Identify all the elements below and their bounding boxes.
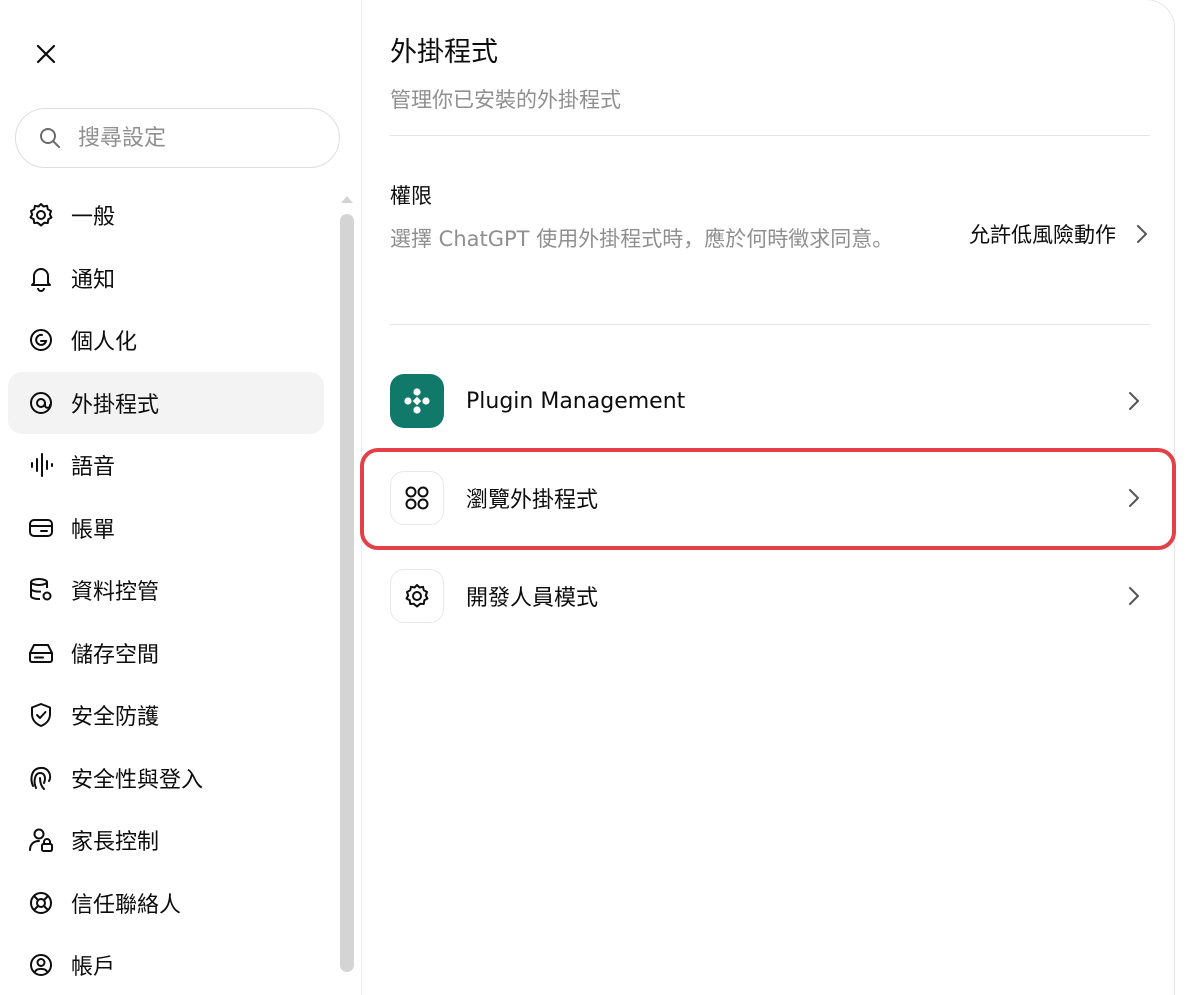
sidebar-item-general[interactable]: 一般 [8,184,324,247]
sidebar-item-label: 一般 [71,205,116,231]
sidebar-item-label: 帳單 [71,517,116,543]
sidebar-item-notifications[interactable]: 通知 [8,247,324,310]
bell-icon [27,264,55,292]
scroll-up-arrow-icon[interactable] [339,192,355,206]
sidebar-item-trusted-contacts[interactable]: 信任聯絡人 [8,872,324,935]
close-button[interactable] [26,34,66,74]
browse-plugins-row[interactable]: 瀏覽外掛程式 [390,470,1150,526]
plugin-icon [27,389,55,417]
search-icon [40,128,60,148]
sidebar-item-account[interactable]: 帳戶 [8,934,324,995]
plugin-management-icon [390,374,444,428]
permissions-divider [390,324,1150,325]
sidebar-item-label: 資料控管 [71,580,160,606]
plugins-panel: 外掛程式 管理你已安裝的外掛程式 權限 選擇 ChatGPT 使用外掛程式時，應… [390,0,1150,995]
four-circles-icon [390,471,444,525]
row-label: Plugin Management [466,388,686,414]
header-divider [390,135,1150,136]
gear-icon [390,569,444,623]
lifebuoy-icon [27,889,55,917]
sidebar-item-voice[interactable]: 語音 [8,434,324,497]
permissions-value: 允許低風險動作 [969,223,1116,247]
sidebar-item-label: 安全性與登入 [71,767,204,793]
sidebar-item-label: 語音 [71,455,116,481]
close-icon [36,44,56,64]
row-label: 瀏覽外掛程式 [466,488,599,513]
settings-sidebar: 一般 通知 個人化 外掛程式 [0,0,362,995]
database-gear-icon [27,576,55,604]
sidebar-item-label: 通知 [71,267,116,293]
shield-check-icon [27,701,55,729]
sidebar-item-storage[interactable]: 儲存空間 [8,622,324,685]
storage-icon [27,639,55,667]
sidebar-item-security[interactable]: 安全防護 [8,684,324,747]
chevron-right-icon [1122,584,1146,608]
chevron-right-icon [1122,389,1146,413]
sidebar-item-label: 儲存空間 [71,642,160,668]
permissions-dropdown[interactable]: 允許低風險動作 [969,214,1150,254]
sidebar-item-label: 安全防護 [71,705,160,731]
gear-icon [27,201,55,229]
sidebar-item-label: 帳戶 [71,955,116,981]
chevron-right-icon [1122,486,1146,510]
search-box[interactable] [15,108,340,168]
plugin-management-row[interactable]: Plugin Management [390,373,1150,429]
sidebar-item-billing[interactable]: 帳單 [8,497,324,560]
sidebar-item-data-controls[interactable]: 資料控管 [8,559,324,622]
search-input[interactable] [76,124,310,152]
sidebar-item-parental-controls[interactable]: 家長控制 [8,809,324,872]
personalization-icon [27,326,55,354]
chevron-right-icon [1137,225,1147,243]
user-lock-icon [27,826,55,854]
sidebar-scrollbar[interactable] [340,214,354,972]
waveform-icon [27,451,55,479]
sidebar-item-personalization[interactable]: 個人化 [8,309,324,372]
page-subtitle: 管理你已安裝的外掛程式 [390,88,621,112]
sidebar-item-security-login[interactable]: 安全性與登入 [8,747,324,810]
fingerprint-icon [27,764,55,792]
permissions-description: 選擇 ChatGPT 使用外掛程式時，應於何時徵求同意。 [390,227,894,251]
sidebar-nav: 一般 通知 個人化 外掛程式 語音 帳單 資料控管 儲存空間 安全防護 安全性與… [8,184,324,995]
user-circle-icon [27,951,55,979]
page-title: 外掛程式 [390,37,498,68]
sidebar-item-label: 外掛程式 [71,392,160,418]
credit-card-icon [27,514,55,542]
sidebar-item-label: 個人化 [71,330,138,356]
developer-mode-row[interactable]: 開發人員模式 [390,568,1150,624]
settings-window: 一般 通知 個人化 外掛程式 [0,0,1174,995]
row-label: 開發人員模式 [466,586,599,611]
sidebar-item-plugins[interactable]: 外掛程式 [8,371,324,434]
permissions-title: 權限 [390,184,432,208]
sidebar-item-label: 信任聯絡人 [71,892,182,918]
sidebar-item-label: 家長控制 [71,830,160,856]
